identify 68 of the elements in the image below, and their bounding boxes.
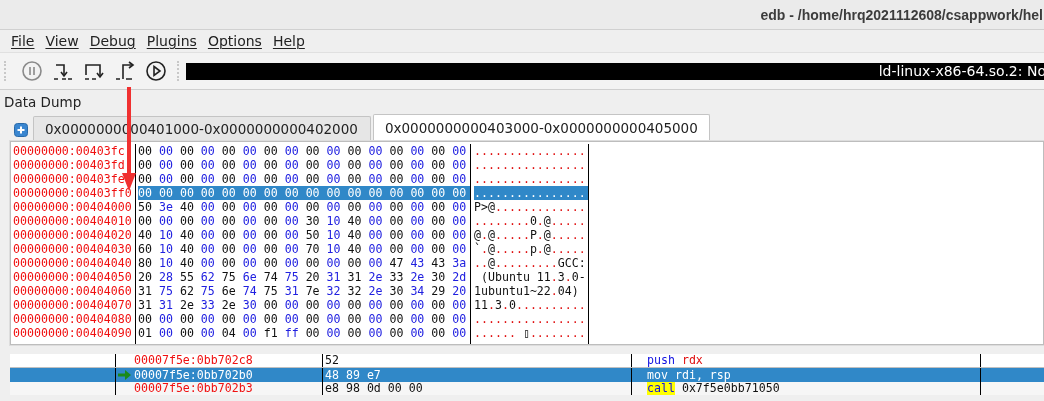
hex-bytes-cell[interactable]: 50 3e 40 00 00 00 00 00 00 00 00 00 00 00 00 00: [138, 200, 470, 214]
address-cell-text: 00000000:00404070: [12, 298, 133, 312]
menu-item[interactable]: Help: [267, 33, 311, 49]
ascii-cell[interactable]: @.@.....P.@.....: [474, 228, 588, 242]
address-cell-text: 00000000:00403fe: [12, 172, 126, 186]
step-out-icon[interactable]: [114, 60, 136, 82]
menu-item[interactable]: File: [6, 33, 41, 49]
hex-bytes-cell[interactable]: 00 00 00 00 00 00 00 00 00 00 00 00 00 00 00 00: [138, 312, 470, 326]
menu-item[interactable]: View: [40, 33, 85, 49]
hex-bytes-cell[interactable]: 20 28 55 62 75 6e 74 75 20 31 31 2e 33 2e 30 2d: [138, 270, 470, 284]
address-cell-text: 00000000:00404010: [12, 214, 133, 228]
address-text: 00007f5e:0bb702b3: [134, 382, 253, 395]
hex-bytes-cell[interactable]: 31 31 2e 33 2e 30 00 00 00 00 00 00 00 00 00 00: [138, 298, 470, 312]
hex-bytes-cell[interactable]: 00 00 00 00 00 00 00 00 00 00 00 00 00 00 00 00: [138, 186, 470, 200]
ascii-cell[interactable]: ........0.@.....: [474, 214, 588, 228]
ascii-cell[interactable]: ................: [474, 312, 588, 326]
add-tab-icon[interactable]: [14, 123, 28, 137]
hex-bytes-cell[interactable]: 40 10 40 00 00 00 00 00 50 10 40 00 00 00 00 00: [138, 228, 470, 242]
address-cell-text: 00000000:00404040: [12, 256, 133, 270]
ascii-cell[interactable]: (Ubuntu 11.3.0-: [474, 270, 588, 284]
operand-text: rdx: [681, 354, 703, 367]
disassembly-row[interactable]: 00007f5e:0bb702c8 52 push rdx: [10, 354, 1044, 368]
hex-bytes-cell[interactable]: 60 10 40 00 00 00 00 00 70 10 40 00 00 00 00 00: [138, 242, 470, 256]
mnemonic-text: call: [647, 382, 675, 395]
address-text: 00007f5e:0bb702b0: [134, 368, 253, 382]
bytes-text: 52: [325, 354, 339, 367]
play-icon[interactable]: [145, 60, 167, 82]
address-cell-text: 00000000:00403fc: [12, 144, 126, 158]
ascii-cell[interactable]: 11.3.0..........: [474, 298, 588, 312]
ascii-cell[interactable]: ................: [474, 144, 588, 158]
bytes-text: e8 98 0d 00 00: [325, 382, 423, 395]
address-cell-text: 00000000:00404000: [12, 200, 133, 214]
address-text: 00007f5e:0bb702c8: [134, 354, 253, 367]
panel-title: Data Dump: [3, 93, 83, 112]
address-cell-text: 00000000:00404020: [12, 228, 133, 242]
window-title: edb - /home/hrq2021112608/csappwork/hel: [760, 6, 1043, 23]
ascii-cell[interactable]: ................: [474, 172, 588, 186]
address-cell-text: 00000000:00404060: [12, 284, 133, 298]
ascii-cell[interactable]: ...... ▯........: [474, 326, 588, 340]
hex-bytes-cell[interactable]: 00 00 00 00 00 00 00 00 00 00 00 00 00 00 00 00: [138, 158, 470, 172]
menu-item[interactable]: Debug: [84, 33, 142, 49]
address-cell-text: 00000000:00404080: [12, 312, 133, 326]
hex-bytes-cell[interactable]: 00 00 00 00 00 00 00 00 30 10 40 00 00 00 00 00: [138, 214, 470, 228]
operand-text: rdi, rsp: [674, 368, 731, 382]
ascii-cell[interactable]: `.@.....p.@.....: [474, 242, 588, 256]
ascii-cell[interactable]: 1ubuntu1~22.04): [474, 284, 588, 298]
menu-item[interactable]: Options: [202, 33, 268, 49]
ascii-cell[interactable]: P>@.............: [474, 200, 588, 214]
hex-bytes-cell[interactable]: 01 00 00 00 04 00 f1 ff 00 00 00 00 00 00 00 00: [138, 326, 470, 340]
address-cell-text: 00000000:00403fd: [12, 158, 126, 172]
ascii-cell[interactable]: ..@.........GCC:: [474, 256, 588, 270]
hex-bytes-cell[interactable]: 00 00 00 00 00 00 00 00 00 00 00 00 00 00 00 00: [138, 144, 470, 158]
disassembly-row[interactable]: 00007f5e:0bb702b0 48 89 e7 mov rdi, rsp: [10, 368, 1044, 382]
tab[interactable]: 0x0000000000403000-0x0000000000405000: [372, 114, 710, 141]
address-cell-text: 00000000:00404030: [12, 242, 133, 256]
hex-bytes-cell[interactable]: 00 00 00 00 00 00 00 00 00 00 00 00 00 00 00 00: [138, 172, 470, 186]
address-cell-text: 00000000:00404050: [12, 270, 133, 284]
bytes-text: 48 89 e7: [325, 368, 381, 382]
address-cell-text: 00000000:00404090: [12, 326, 133, 340]
menu-item[interactable]: Plugins: [141, 33, 203, 49]
ascii-cell[interactable]: ................: [474, 158, 588, 172]
mnemonic-text: push: [647, 354, 675, 367]
hex-bytes-cell[interactable]: 31 75 62 75 6e 74 75 31 7e 32 32 2e 30 34 29 20: [138, 284, 470, 298]
mnemonic-text: mov: [647, 368, 668, 382]
ascii-cell[interactable]: ................: [474, 186, 588, 200]
hex-bytes-cell[interactable]: 80 10 40 00 00 00 00 00 00 00 00 00 47 43 43 3a: [138, 256, 470, 270]
address-cell-text: 00000000:00403ff0: [12, 186, 133, 200]
operand-text: 0x7f5e0bb71050: [681, 382, 780, 395]
